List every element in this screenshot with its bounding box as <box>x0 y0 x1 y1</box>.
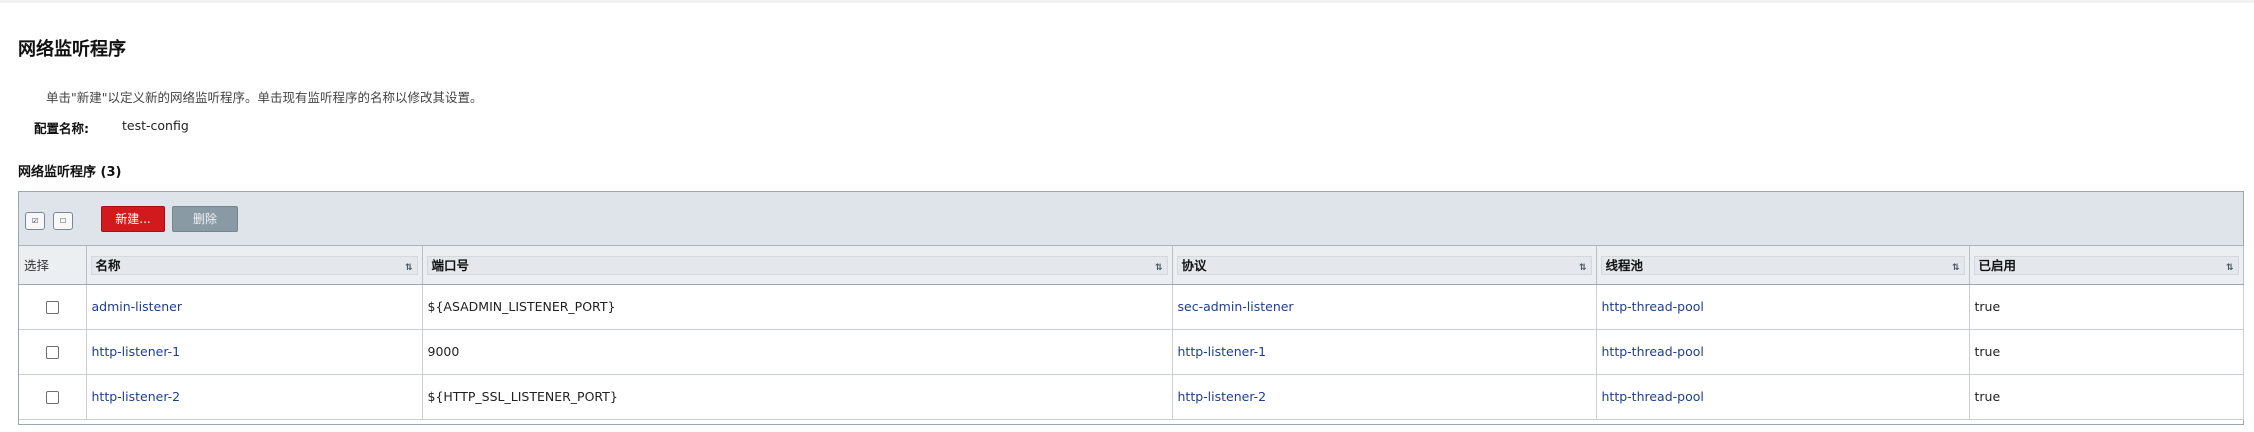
listeners-table: ☑ ☐ 新建... 删除 选择 名称 ⇅ 端口号 ⇅ 协议 ⇅ 线程池 ⇅ 已启… <box>18 191 2244 425</box>
name-cell: admin-listener <box>86 284 423 330</box>
column-header-select: 选择 <box>19 246 87 285</box>
enabled-cell: true <box>1969 374 2244 420</box>
listeners-grid: 选择 名称 ⇅ 端口号 ⇅ 协议 ⇅ 线程池 ⇅ 已启用 ⇅ admin-listener… <box>19 246 2244 420</box>
column-header-thread-pool[interactable]: 线程池 ⇅ <box>1596 246 1970 285</box>
column-header-name-label: 名称 <box>95 258 121 273</box>
column-header-port[interactable]: 端口号 ⇅ <box>422 246 1173 285</box>
table-row: admin-listener ${ASADMIN_LISTENER_PORT} … <box>19 284 2244 330</box>
table-header-row: 选择 名称 ⇅ 端口号 ⇅ 协议 ⇅ 线程池 ⇅ 已启用 ⇅ <box>19 246 2244 285</box>
row-checkbox[interactable] <box>45 391 59 404</box>
sort-icon[interactable]: ⇅ <box>405 260 412 277</box>
row-checkbox[interactable] <box>45 301 59 314</box>
name-cell: http-listener-1 <box>86 329 423 375</box>
table-row: http-listener-1 9000 http-listener-1 htt… <box>19 329 2244 375</box>
help-text: 单击"新建"以定义新的网络监听程序。单击现有监听程序的名称以修改其设置。 <box>46 90 483 105</box>
port-cell: ${HTTP_SSL_LISTENER_PORT} <box>422 374 1173 420</box>
thread-pool-link[interactable]: http-thread-pool <box>1602 344 1704 359</box>
protocol-link[interactable]: http-listener-2 <box>1178 389 1267 404</box>
name-cell: http-listener-2 <box>86 374 423 420</box>
page-content: 网络监听程序 单击"新建"以定义新的网络监听程序。单击现有监听程序的名称以修改其… <box>0 3 2254 432</box>
thread-pool-cell: http-thread-pool <box>1596 374 1970 420</box>
column-header-enabled[interactable]: 已启用 ⇅ <box>1969 246 2244 285</box>
listener-name-link[interactable]: admin-listener <box>92 299 182 314</box>
protocol-cell: sec-admin-listener <box>1172 284 1597 330</box>
port-cell: ${ASADMIN_LISTENER_PORT} <box>422 284 1173 330</box>
sort-icon[interactable]: ⇅ <box>1952 260 1959 277</box>
config-name-label: 配置名称: <box>34 121 89 136</box>
thread-pool-cell: http-thread-pool <box>1596 329 1970 375</box>
table-row: http-listener-2 ${HTTP_SSL_LISTENER_PORT… <box>19 374 2244 420</box>
new-button[interactable]: 新建... <box>101 206 165 232</box>
page-title: 网络监听程序 <box>18 39 126 60</box>
column-header-thread-pool-label: 线程池 <box>1605 258 1644 273</box>
row-select-cell <box>19 284 87 330</box>
row-checkbox[interactable] <box>45 346 59 359</box>
column-header-enabled-label: 已启用 <box>1978 258 2017 273</box>
config-name-value: test-config <box>122 118 189 133</box>
table-title: 网络监听程序 (3) <box>18 165 122 180</box>
port-cell: 9000 <box>422 329 1173 375</box>
thread-pool-link[interactable]: http-thread-pool <box>1602 389 1704 404</box>
sort-icon[interactable]: ⇅ <box>1579 260 1586 277</box>
column-header-name[interactable]: 名称 ⇅ <box>86 246 423 285</box>
deselect-all-icon[interactable]: ☐ <box>53 212 73 230</box>
listener-name-link[interactable]: http-listener-1 <box>92 344 181 359</box>
listener-name-link[interactable]: http-listener-2 <box>92 389 181 404</box>
row-select-cell <box>19 374 87 420</box>
enabled-cell: true <box>1969 329 2244 375</box>
table-toolbar: ☑ ☐ 新建... 删除 <box>19 192 2243 246</box>
column-header-protocol[interactable]: 协议 ⇅ <box>1172 246 1597 285</box>
row-select-cell <box>19 329 87 375</box>
column-header-protocol-label: 协议 <box>1181 258 1207 273</box>
select-all-icon[interactable]: ☑ <box>25 212 45 230</box>
thread-pool-cell: http-thread-pool <box>1596 284 1970 330</box>
thread-pool-link[interactable]: http-thread-pool <box>1602 299 1704 314</box>
protocol-link[interactable]: sec-admin-listener <box>1178 299 1294 314</box>
protocol-link[interactable]: http-listener-1 <box>1178 344 1267 359</box>
enabled-cell: true <box>1969 284 2244 330</box>
column-header-port-label: 端口号 <box>431 258 470 273</box>
sort-icon[interactable]: ⇅ <box>1155 260 1162 277</box>
sort-icon[interactable]: ⇅ <box>2226 260 2233 277</box>
delete-button[interactable]: 删除 <box>172 206 238 232</box>
protocol-cell: http-listener-2 <box>1172 374 1597 420</box>
protocol-cell: http-listener-1 <box>1172 329 1597 375</box>
